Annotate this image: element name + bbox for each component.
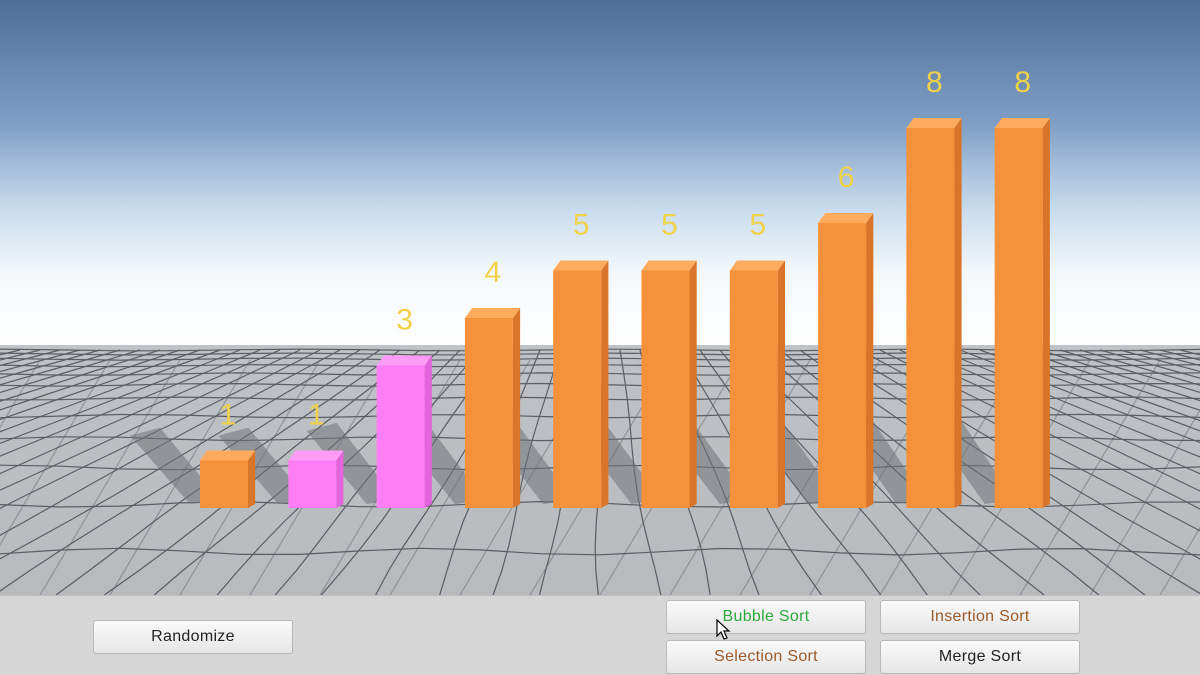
bar-front-face (464, 318, 513, 508)
merge-sort-button[interactable]: Merge Sort (880, 640, 1080, 674)
bar-top-face (288, 450, 344, 461)
bar-value-label: 4 (485, 256, 502, 289)
bubble-sort-button[interactable]: Bubble Sort (666, 600, 866, 634)
bar-value-label: 8 (1014, 66, 1031, 99)
bar-9: 8 (906, 66, 962, 508)
bar-front-face (729, 270, 778, 508)
bar-top-face (200, 450, 256, 461)
bar-front-face (906, 128, 955, 508)
bar-top-face (906, 118, 962, 128)
selection-sort-button[interactable]: Selection Sort (666, 640, 866, 674)
bar-side-face (777, 260, 785, 508)
bar-side-face (1042, 118, 1050, 508)
bar-front-face (553, 270, 602, 508)
bar-side-face (424, 355, 432, 508)
bar-top-face (729, 260, 785, 271)
bar-side-face (601, 260, 609, 508)
bar-top-face (818, 213, 874, 223)
bar-top-face (553, 260, 609, 271)
bar-top-face (994, 118, 1050, 128)
bar-10: 8 (994, 66, 1050, 508)
bar-front-face (200, 460, 248, 508)
sort-visualizer-app: 1 1 3 4 5 5 5 6 8 8 Randomize Bubble Sort Inserti… (0, 0, 1200, 675)
bar-side-face (512, 308, 521, 508)
bar-side-face (689, 260, 697, 508)
bar-value-label: 5 (749, 209, 766, 242)
mouse-cursor-icon (716, 619, 731, 640)
bar-side-face (336, 450, 344, 508)
bar-value-label: 3 (396, 304, 413, 337)
insertion-sort-button[interactable]: Insertion Sort (880, 600, 1080, 634)
bar-value-label: 1 (220, 399, 237, 432)
bar-8: 6 (818, 161, 874, 508)
bar-top-face (376, 355, 432, 366)
randomize-button[interactable]: Randomize (93, 620, 293, 654)
bar-value-label: 8 (926, 66, 943, 99)
bar-value-label: 6 (838, 161, 855, 194)
bar-front-face (376, 365, 425, 508)
bar-side-face (954, 118, 962, 508)
3d-scene-view: 1 1 3 4 5 5 5 6 8 8 (0, 0, 1200, 595)
bar-front-face (994, 128, 1043, 508)
bar-value-label: 1 (308, 399, 325, 432)
bar-side-face (248, 450, 256, 508)
bar-top-face (641, 260, 697, 271)
bar-value-label: 5 (661, 209, 678, 242)
bar-front-face (818, 223, 867, 508)
bar-top-face (464, 308, 521, 318)
bar-front-face (288, 460, 337, 508)
bar-side-face (866, 213, 874, 508)
bar-front-face (641, 270, 690, 508)
bar-value-label: 5 (573, 209, 590, 242)
